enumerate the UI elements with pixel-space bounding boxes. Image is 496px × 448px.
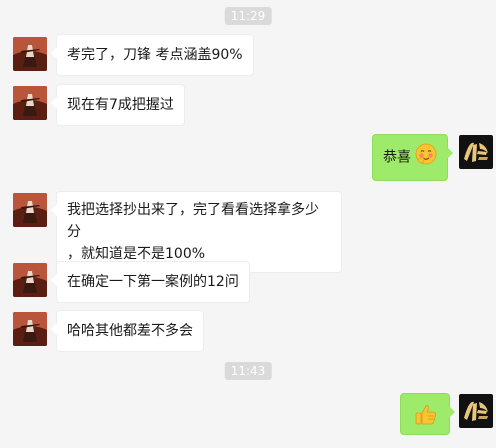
message-text: 恭喜 — [383, 149, 411, 166]
my-message-bubble[interactable]: 恭喜 — [372, 134, 454, 181]
contact-avatar[interactable] — [13, 263, 47, 297]
contact-avatar[interactable] — [13, 86, 47, 120]
blushing-smile-emoji — [415, 143, 437, 172]
chat-window: 11:29 考完了，刀锋 考点涵盖90% 现在有7成把握过 恭喜 我把选择抄出来… — [0, 0, 496, 448]
message-text-line: 我把选择抄出来了，完了看看选择拿多少分 — [67, 202, 319, 240]
message-bubble[interactable]: 考完了，刀锋 考点涵盖90% — [51, 34, 254, 76]
message-text: 考完了，刀锋 考点涵盖90% — [67, 47, 243, 63]
my-avatar[interactable] — [459, 135, 493, 169]
message-bubble[interactable]: 现在有7成把握过 — [51, 84, 185, 126]
message-text: 现在有7成把握过 — [67, 97, 174, 113]
my-avatar[interactable] — [459, 394, 493, 428]
contact-avatar[interactable] — [13, 312, 47, 346]
message-bubble[interactable]: 在确定一下第一案例的12问 — [51, 261, 250, 303]
message-bubble[interactable]: 哈哈其他都差不多会 — [51, 310, 204, 352]
contact-avatar[interactable] — [13, 193, 47, 227]
contact-avatar[interactable] — [13, 37, 47, 71]
message-text: 在确定一下第一案例的12问 — [67, 274, 239, 290]
thumbs-up-emoji — [414, 403, 438, 434]
timestamp: 11:43 — [224, 362, 272, 380]
timestamp: 11:29 — [224, 7, 272, 25]
message-text: 哈哈其他都差不多会 — [67, 323, 193, 339]
my-message-bubble[interactable] — [400, 393, 455, 435]
